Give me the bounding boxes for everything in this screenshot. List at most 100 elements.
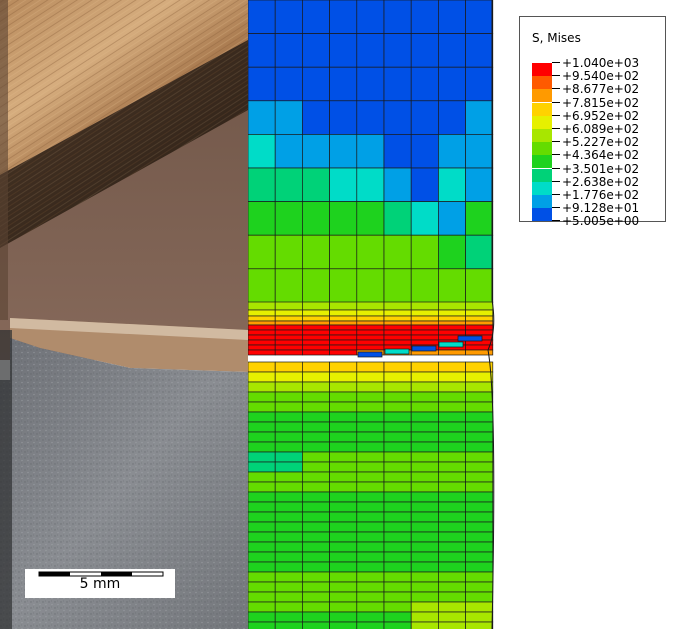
mesh-element — [410, 411, 439, 423]
legend-tick — [552, 154, 560, 156]
legend-label: +5.227e+02 — [562, 135, 640, 150]
mesh-element — [410, 541, 439, 553]
legend-swatch — [532, 142, 552, 156]
mesh-element — [302, 329, 330, 336]
interface-element — [438, 341, 464, 348]
mesh-element — [410, 601, 439, 613]
mesh-element — [329, 329, 358, 336]
mesh-element — [383, 531, 412, 543]
mesh-element — [356, 201, 385, 236]
mesh-element — [274, 571, 303, 583]
mesh-element — [248, 491, 276, 503]
mesh-element — [438, 401, 466, 413]
mesh-element — [302, 66, 330, 102]
mesh-element — [248, 591, 276, 603]
mesh-element — [383, 268, 412, 303]
mesh-element — [248, 268, 276, 303]
mesh-element — [274, 591, 303, 603]
mesh-element — [383, 339, 412, 346]
mesh-element — [438, 309, 466, 317]
mesh-element — [356, 561, 385, 573]
mesh-element — [248, 201, 276, 236]
mesh-element — [248, 481, 276, 493]
mesh-element — [274, 324, 303, 331]
mesh-element — [302, 561, 330, 573]
mesh-element — [410, 320, 439, 326]
mesh-element — [274, 611, 303, 623]
mesh-element — [438, 441, 466, 453]
mesh-element — [356, 621, 385, 629]
mesh-element — [248, 66, 276, 102]
mesh-element — [465, 361, 494, 373]
scale-bar: 5 mm — [25, 569, 175, 598]
mesh-element — [465, 601, 494, 613]
mesh-element — [248, 561, 276, 573]
mesh-element — [329, 461, 358, 473]
interface-element — [357, 351, 383, 358]
mesh-element — [438, 471, 466, 483]
mesh-element — [383, 315, 412, 322]
mesh-element — [302, 481, 330, 493]
mesh-element — [248, 521, 276, 533]
mesh-element — [356, 134, 385, 169]
mesh-element — [465, 471, 494, 483]
mesh-element — [248, 349, 276, 356]
mesh-element — [248, 461, 276, 473]
mesh-element — [438, 501, 466, 513]
mesh-element — [356, 521, 385, 533]
mesh-element — [410, 339, 439, 346]
mesh-element — [410, 621, 439, 629]
mesh-element — [274, 320, 303, 326]
mesh-element — [302, 521, 330, 533]
mesh-element — [248, 0, 276, 34]
mesh-element — [302, 531, 330, 543]
mesh-element — [274, 601, 303, 613]
mesh-element — [329, 324, 358, 331]
mesh-element — [465, 571, 494, 583]
legend-label: +3.501e+02 — [562, 161, 640, 176]
mesh-element — [383, 491, 412, 503]
mesh-element — [274, 329, 303, 336]
mesh-element — [302, 324, 330, 331]
mesh-element — [274, 349, 303, 356]
mesh-element — [356, 33, 385, 68]
mesh-element — [274, 201, 303, 236]
mesh-element — [356, 461, 385, 473]
legend-swatch — [532, 63, 552, 76]
mesh-element — [302, 571, 330, 583]
mesh-element — [465, 167, 494, 202]
mesh-element — [329, 421, 358, 433]
mesh-element — [274, 621, 303, 629]
mesh-element — [302, 391, 330, 403]
mesh-element — [274, 481, 303, 493]
legend-tick — [552, 75, 560, 77]
mesh-element — [465, 315, 494, 322]
mesh-element — [410, 309, 439, 317]
mesh-element — [356, 268, 385, 303]
legend-label: +4.364e+02 — [562, 148, 640, 163]
mesh-element — [438, 134, 466, 169]
legend-swatch — [532, 181, 552, 195]
mesh-element — [274, 561, 303, 573]
mesh-element — [274, 344, 303, 351]
mesh-element — [248, 381, 276, 393]
mesh-element — [410, 431, 439, 443]
mesh-element — [356, 501, 385, 513]
mesh-element — [329, 361, 358, 373]
mesh-element — [410, 268, 439, 303]
mesh-element — [383, 381, 412, 393]
mesh-element — [302, 268, 330, 303]
mesh-element — [248, 334, 276, 341]
mesh-element — [356, 381, 385, 393]
legend-swatch — [532, 155, 552, 169]
legend-tick — [552, 207, 560, 209]
mesh-element — [302, 541, 330, 553]
mesh-element — [438, 33, 466, 68]
scale-bar-label: 5 mm — [79, 576, 121, 592]
mesh-element — [356, 361, 385, 373]
mesh-element — [383, 320, 412, 326]
legend-label: +2.638e+02 — [562, 174, 640, 189]
mesh-element — [274, 381, 303, 393]
mesh-element — [383, 391, 412, 403]
mesh-element — [383, 0, 412, 34]
